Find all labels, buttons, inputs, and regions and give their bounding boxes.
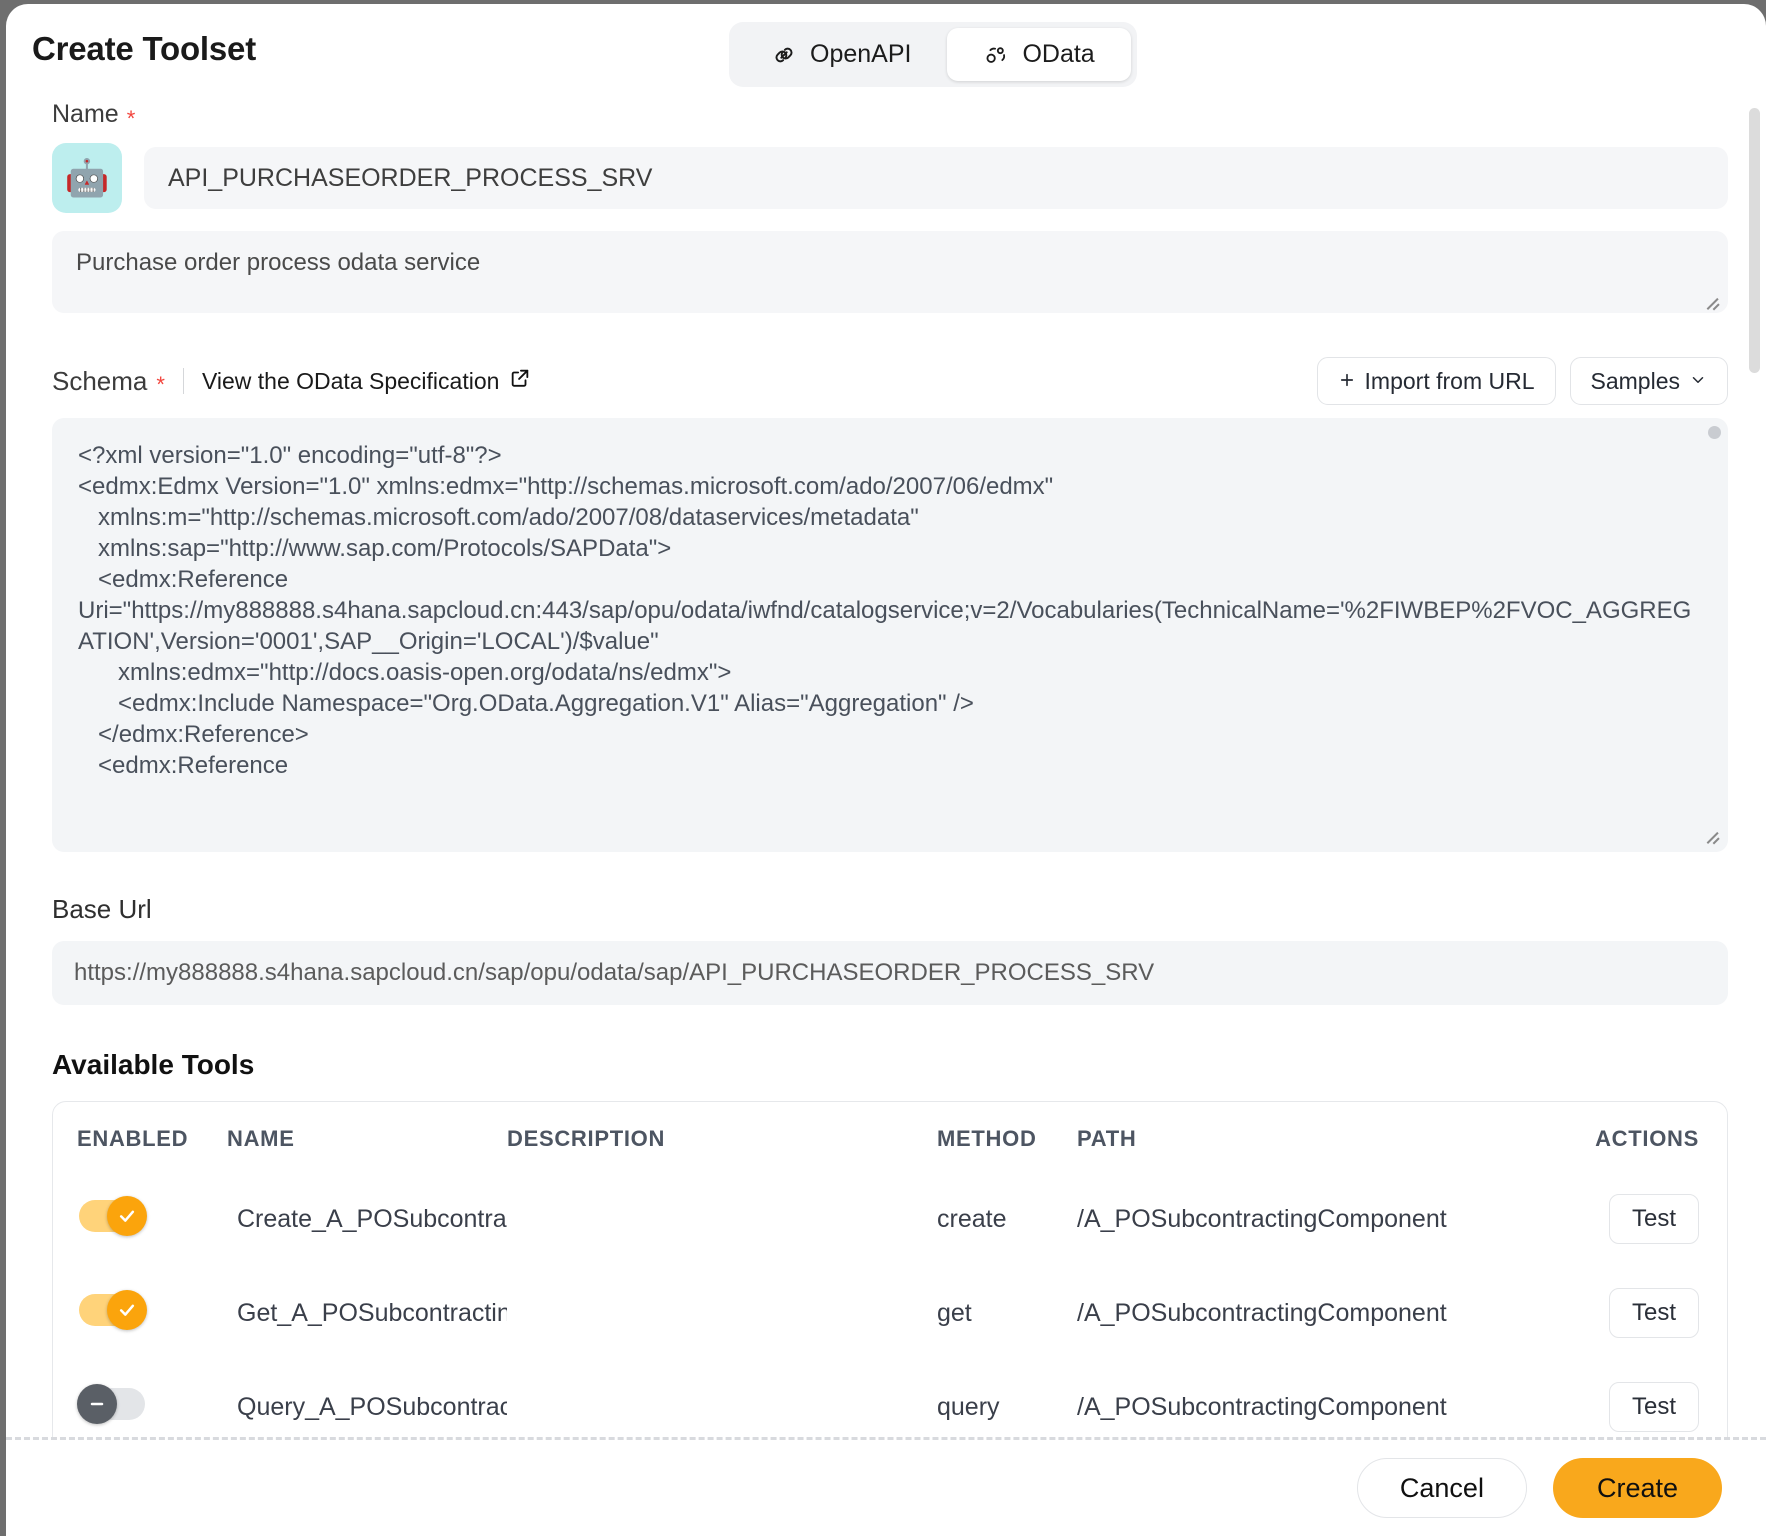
tab-openapi[interactable]: OpenAPI <box>735 28 947 81</box>
table-row: Get_A_POSubcontractin get /A_POSubcontra… <box>53 1266 1727 1360</box>
tool-name: Create_A_POSubcontra <box>227 1172 507 1266</box>
tool-description <box>507 1266 937 1360</box>
check-icon <box>107 1290 147 1330</box>
view-odata-specification-link[interactable]: View the OData Specification <box>202 367 531 395</box>
enabled-toggle[interactable] <box>79 1388 145 1420</box>
schema-scrollbar-thumb[interactable] <box>1708 426 1721 439</box>
tool-path: /A_POSubcontractingComponent <box>1077 1172 1467 1266</box>
tool-method: query <box>937 1360 1077 1440</box>
tab-odata[interactable]: OData <box>947 28 1130 81</box>
create-toolset-dialog: Create Toolset OpenAPI <box>6 4 1766 1536</box>
tool-path: /A_POSubcontractingComponent <box>1077 1360 1467 1440</box>
odata-icon <box>983 42 1009 68</box>
schema-resize-handle[interactable] <box>1704 826 1720 842</box>
schema-actions: Import from URL Samples <box>1317 357 1728 405</box>
enabled-toggle[interactable] <box>79 1200 145 1232</box>
schema-label: Schema * <box>52 366 165 397</box>
samples-label: Samples <box>1591 368 1680 395</box>
minus-icon <box>77 1384 117 1424</box>
cancel-button[interactable]: Cancel <box>1357 1458 1527 1518</box>
tool-description <box>507 1172 937 1266</box>
tab-openapi-label: OpenAPI <box>810 40 911 69</box>
tool-name: Query_A_POSubcontrac <box>227 1360 507 1440</box>
spec-link-label: View the OData Specification <box>202 368 499 395</box>
avatar[interactable]: 🤖 <box>52 143 122 213</box>
column-header-description: DESCRIPTION <box>507 1102 937 1172</box>
dialog-footer: Cancel Create <box>6 1440 1766 1536</box>
name-input[interactable] <box>144 147 1728 209</box>
import-from-url-label: Import from URL <box>1365 368 1535 395</box>
link-icon <box>771 42 797 68</box>
import-from-url-button[interactable]: Import from URL <box>1317 357 1556 405</box>
check-icon <box>107 1196 147 1236</box>
test-button[interactable]: Test <box>1609 1382 1699 1432</box>
description-input[interactable]: Purchase order process odata service <box>52 231 1728 313</box>
base-url-input[interactable] <box>52 941 1728 1005</box>
plus-icon <box>1338 368 1356 395</box>
available-tools-table: ENABLED NAME DESCRIPTION METHOD PATH ACT… <box>52 1101 1728 1440</box>
dialog-header: Create Toolset OpenAPI <box>6 4 1766 100</box>
schema-code-text: <?xml version="1.0" encoding="utf-8"?> <… <box>52 418 1728 801</box>
tab-odata-label: OData <box>1022 40 1094 69</box>
page-scrollbar[interactable] <box>1749 108 1760 1468</box>
name-label: Name * <box>52 100 1728 129</box>
tool-method: create <box>937 1172 1077 1266</box>
divider <box>183 368 184 394</box>
create-button[interactable]: Create <box>1553 1458 1722 1518</box>
page-scrollbar-thumb[interactable] <box>1749 108 1760 373</box>
column-header-enabled: ENABLED <box>53 1102 227 1172</box>
page-title: Create Toolset <box>32 30 256 68</box>
test-button[interactable]: Test <box>1609 1288 1699 1338</box>
required-asterisk: * <box>127 106 136 132</box>
dialog-body: Name * 🤖 Purchase order process odata se… <box>6 100 1766 1440</box>
enabled-toggle[interactable] <box>79 1294 145 1326</box>
table-row: Create_A_POSubcontra create /A_POSubcont… <box>53 1172 1727 1266</box>
chevron-down-icon <box>1689 368 1707 395</box>
samples-dropdown-button[interactable]: Samples <box>1570 357 1728 405</box>
name-row: 🤖 <box>52 143 1728 213</box>
column-header-actions: ACTIONS <box>1467 1102 1727 1172</box>
schema-header-row: Schema * View the OData Specification <box>52 358 1728 404</box>
column-header-method: METHOD <box>937 1102 1077 1172</box>
tool-description <box>507 1360 937 1440</box>
table-header-row: ENABLED NAME DESCRIPTION METHOD PATH ACT… <box>53 1102 1727 1172</box>
column-header-name: NAME <box>227 1102 507 1172</box>
test-button[interactable]: Test <box>1609 1194 1699 1244</box>
available-tools-title: Available Tools <box>52 1049 1728 1081</box>
table-row: Query_A_POSubcontrac query /A_POSubcontr… <box>53 1360 1727 1440</box>
base-url-label: Base Url <box>52 894 1728 925</box>
tool-method: get <box>937 1266 1077 1360</box>
source-type-tabs: OpenAPI OData <box>729 22 1137 87</box>
schema-required-asterisk: * <box>156 372 165 398</box>
schema-editor[interactable]: <?xml version="1.0" encoding="utf-8"?> <… <box>52 418 1728 852</box>
column-header-path: PATH <box>1077 1102 1467 1172</box>
tool-path: /A_POSubcontractingComponent <box>1077 1266 1467 1360</box>
tool-name: Get_A_POSubcontractin <box>227 1266 507 1360</box>
external-link-icon <box>509 367 531 395</box>
